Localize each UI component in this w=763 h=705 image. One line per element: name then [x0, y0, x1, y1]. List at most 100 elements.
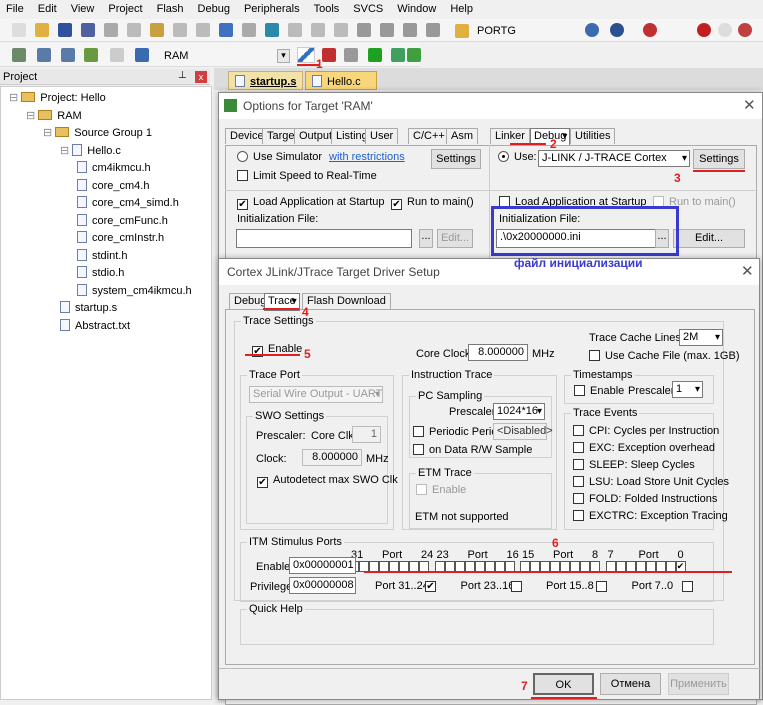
close-icon[interactable]: ✕: [743, 96, 756, 114]
core-clock-input[interactable]: 8.000000: [468, 344, 528, 361]
tab-utilities[interactable]: Utilities: [570, 128, 616, 144]
close-icon[interactable]: ✕: [741, 262, 754, 280]
menu-view[interactable]: View: [71, 3, 95, 15]
bookmark-icon[interactable]: [265, 23, 279, 37]
load-icon[interactable]: [12, 48, 26, 62]
cancel-button[interactable]: Отмена: [600, 673, 661, 695]
collapse-icon[interactable]: ⊟: [9, 92, 21, 104]
autodetect-swo-checkbox[interactable]: ✔ Autodetect max SWO Clk: [257, 474, 398, 488]
tree-item[interactable]: ⊟ Source Group 1: [43, 125, 152, 141]
save-icon[interactable]: [58, 23, 72, 37]
edit-button-left[interactable]: Edit...: [437, 229, 473, 248]
tab-user[interactable]: User: [365, 128, 399, 144]
manage-env-icon[interactable]: [407, 48, 421, 62]
tree-item[interactable]: core_cmInstr.h: [77, 230, 164, 246]
trace-port-select[interactable]: Serial Wire Output - UART/N: [249, 386, 383, 403]
swo-prescaler-input[interactable]: 1: [352, 426, 381, 443]
pack-installer-icon[interactable]: [368, 48, 382, 62]
trace-event-checkbox[interactable]: EXC: Exception overhead: [573, 442, 715, 454]
privilege-input[interactable]: 0x00000008: [289, 577, 356, 594]
menu-file[interactable]: File: [6, 3, 24, 15]
tab-flash-download[interactable]: Flash Download: [302, 293, 391, 309]
event-recorder-icon[interactable]: [391, 48, 405, 62]
privilege-port-checkbox[interactable]: [596, 581, 607, 592]
zoom-icon[interactable]: [643, 23, 657, 37]
checkbox[interactable]: [573, 425, 584, 436]
tree-item[interactable]: core_cmFunc.h: [77, 213, 168, 229]
driver-settings-button[interactable]: Settings: [693, 149, 745, 169]
load-app-checkbox-left[interactable]: ✔ Load Application at Startup: [237, 196, 384, 210]
checkbox[interactable]: [573, 493, 584, 504]
tree-item[interactable]: stdint.h: [77, 248, 127, 264]
manage-components-icon[interactable]: [322, 48, 336, 62]
menu-peripherals[interactable]: Peripherals: [244, 3, 300, 15]
tree-item[interactable]: ⊟ RAM: [26, 108, 82, 124]
new-file-icon[interactable]: [12, 23, 26, 37]
tree-item[interactable]: stdio.h: [77, 265, 124, 281]
select-packs-icon[interactable]: [344, 48, 358, 62]
download-icon[interactable]: [135, 48, 149, 62]
menu-help[interactable]: Help: [450, 3, 473, 15]
breakpoint-disabled-icon[interactable]: [718, 23, 732, 37]
simulator-settings-button[interactable]: Settings: [431, 149, 481, 169]
undo-icon[interactable]: [173, 23, 187, 37]
unindent-icon[interactable]: [380, 23, 394, 37]
pin-icon[interactable]: ⊥: [178, 70, 187, 81]
kill-breakpoints-icon[interactable]: [738, 23, 752, 37]
build-icon[interactable]: [37, 48, 51, 62]
menu-window[interactable]: Window: [397, 3, 436, 15]
menu-svcs[interactable]: SVCS: [353, 3, 383, 15]
ok-button[interactable]: OK: [533, 673, 594, 695]
target-select[interactable]: RAM: [164, 50, 188, 62]
tree-item[interactable]: ⊟ Hello.c: [60, 143, 121, 159]
on-data-rw-checkbox[interactable]: on Data R/W Sample: [413, 444, 532, 456]
checkbox[interactable]: [573, 476, 584, 487]
privilege-port-checkbox[interactable]: [681, 581, 693, 592]
pc-prescaler-select[interactable]: 1024*16: [493, 403, 545, 420]
browse-button-left[interactable]: ...: [419, 229, 433, 248]
with-restrictions-link[interactable]: with restrictions: [329, 151, 405, 163]
find-icon[interactable]: [455, 24, 469, 38]
menu-project[interactable]: Project: [108, 3, 142, 15]
tree-item[interactable]: core_cm4_simd.h: [77, 195, 179, 211]
menu-edit[interactable]: Edit: [38, 3, 57, 15]
checkbox[interactable]: [573, 442, 584, 453]
swo-clock-input[interactable]: 8.000000: [302, 449, 362, 466]
tree-item[interactable]: ⊟ Project: Hello: [9, 90, 106, 106]
use-cache-file-checkbox[interactable]: Use Cache File (max. 1GB): [589, 350, 739, 362]
back-icon[interactable]: [219, 23, 233, 37]
tab-linker[interactable]: Linker: [490, 128, 530, 144]
collapse-icon[interactable]: ⊟: [43, 127, 55, 139]
menu-tools[interactable]: Tools: [314, 3, 340, 15]
tree-item[interactable]: core_cm4.h: [77, 178, 149, 194]
cut-icon[interactable]: [104, 23, 118, 37]
close-panel-button[interactable]: x: [195, 71, 207, 83]
step-icon[interactable]: [610, 23, 624, 37]
clear-bookmarks-icon[interactable]: [334, 23, 348, 37]
batch-build-icon[interactable]: [84, 48, 98, 62]
checkbox[interactable]: [573, 510, 584, 521]
privilege-port-checkbox[interactable]: [510, 581, 522, 592]
trace-event-checkbox[interactable]: EXCTRC: Exception Tracing: [573, 510, 728, 522]
tree-item[interactable]: Abstract.txt: [60, 318, 130, 334]
comment-icon[interactable]: [403, 23, 417, 37]
tree-item[interactable]: system_cm4ikmcu.h: [77, 283, 192, 299]
rebuild-icon[interactable]: [61, 48, 75, 62]
checkbox[interactable]: [573, 459, 584, 470]
tree-item[interactable]: cm4ikmcu.h: [77, 160, 151, 176]
driver-select[interactable]: J-LINK / J-TRACE Cortex: [538, 150, 690, 167]
editor-tab-startup[interactable]: startup.s: [228, 71, 303, 90]
trace-event-checkbox[interactable]: FOLD: Folded Instructions: [573, 493, 717, 505]
next-bookmark-icon[interactable]: [311, 23, 325, 37]
tab-cc[interactable]: C/C++: [408, 128, 450, 144]
privilege-port-checkbox[interactable]: ✔: [425, 581, 436, 592]
timestamps-prescaler-select[interactable]: 1: [672, 381, 703, 398]
forward-icon[interactable]: [242, 23, 256, 37]
stop-build-icon[interactable]: [110, 48, 124, 62]
editor-tab-hello[interactable]: Hello.c: [305, 71, 377, 90]
collapse-icon[interactable]: ⊟: [60, 145, 72, 157]
apply-button[interactable]: Применить: [668, 673, 729, 695]
trace-event-checkbox[interactable]: SLEEP: Sleep Cycles: [573, 459, 695, 471]
paste-icon[interactable]: [150, 23, 164, 37]
menu-flash[interactable]: Flash: [157, 3, 184, 15]
